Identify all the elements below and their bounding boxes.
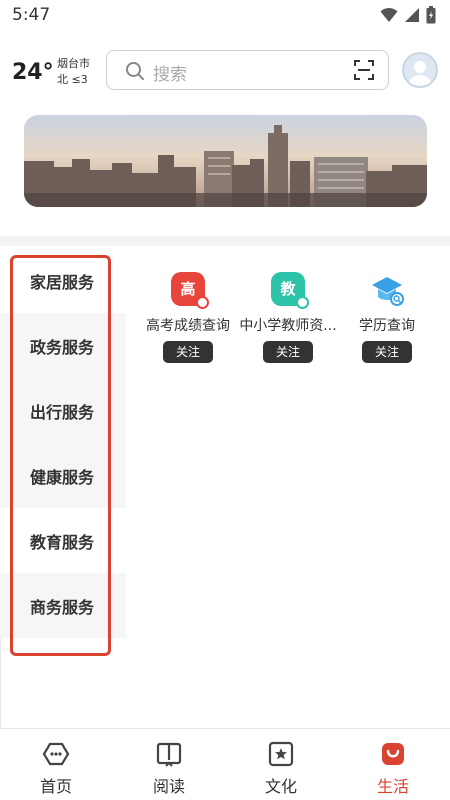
scan-icon[interactable] [354,60,374,80]
category-label: 家居服务 [30,272,95,292]
bottom-nav: 首页 阅读 文化 生活 [0,728,450,800]
service-teacher-qualification[interactable]: 教 中小学教师资... 关注 [238,272,338,363]
exam-score-icon: 高 [171,272,209,309]
category-travel-services[interactable]: 出行服务 [0,378,126,443]
wifi-icon [380,7,398,22]
search-placeholder: 搜索 [153,65,187,85]
service-name: 中小学教师资... [239,318,337,334]
category-menu: 家居服务 政务服务 出行服务 健康服务 教育服务 商务服务 [0,248,126,638]
weather-info[interactable]: 烟台市 北 ≤3 [57,56,90,88]
life-bag-icon [353,739,433,769]
signal-icon [405,8,419,22]
service-name: 高考成绩查询 [146,318,230,334]
nav-home[interactable]: 首页 [16,739,96,797]
follow-button[interactable]: 关注 [163,341,213,363]
temperature: 24° [12,60,54,85]
category-business-services[interactable]: 商务服务 [0,573,126,638]
follow-button[interactable]: 关注 [263,341,313,363]
city-name: 烟台市 [57,57,90,70]
battery-icon [426,6,436,24]
city-skyline-image [24,115,427,207]
category-health-services[interactable]: 健康服务 [0,443,126,508]
category-government-services[interactable]: 政务服务 [0,313,126,378]
nav-read[interactable]: 阅读 [129,739,209,797]
status-icons [380,6,436,24]
icon-char: 教 [280,280,296,298]
status-time: 5:47 [12,5,51,25]
nav-culture[interactable]: 文化 [241,739,321,797]
category-label: 教育服务 [30,532,95,552]
status-bar: 5:47 [0,0,450,32]
category-label: 健康服务 [30,467,95,487]
service-exam-score[interactable]: 高 高考成绩查询 关注 [138,272,238,363]
nav-label: 生活 [376,777,409,796]
icon-char: 高 [180,280,196,298]
category-label: 商务服务 [30,597,95,617]
city-skyline-banner[interactable] [24,115,427,207]
wind-level: 北 ≤3 [57,73,88,86]
nav-label: 文化 [264,777,297,796]
category-education-services[interactable]: 教育服务 [0,508,126,573]
avatar[interactable] [402,52,438,88]
graduation-cap-icon [370,272,404,306]
teacher-qualification-icon: 教 [271,272,309,309]
user-avatar-icon [408,61,432,86]
badge-icon [196,296,209,309]
home-icon [16,739,96,769]
header: 24° 烟台市 北 ≤3 搜索 [0,44,450,100]
nav-life[interactable]: 生活 [353,739,433,797]
category-label: 出行服务 [30,402,95,422]
search-input[interactable]: 搜索 [106,50,389,90]
badge-icon [296,296,309,309]
follow-button[interactable]: 关注 [362,341,412,363]
culture-star-icon [241,739,321,769]
service-name: 学历查询 [359,318,415,334]
category-label: 政务服务 [30,337,95,357]
service-education-record[interactable]: 学历查询 关注 [337,272,437,363]
nav-label: 首页 [39,777,72,796]
search-icon [126,62,144,80]
book-icon [129,739,209,769]
category-home-services[interactable]: 家居服务 [0,248,126,313]
section-divider [0,236,450,246]
nav-label: 阅读 [152,777,185,796]
